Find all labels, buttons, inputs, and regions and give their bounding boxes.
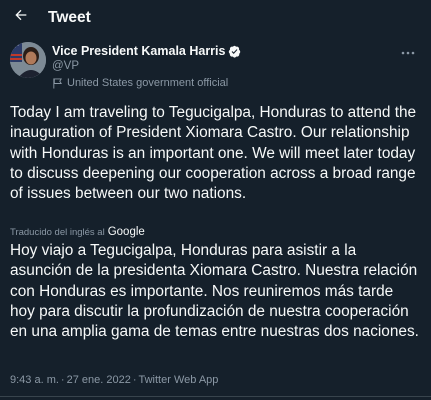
affiliation-text: United States government official [67, 77, 229, 89]
tweet-source[interactable]: Twitter Web App [139, 374, 219, 386]
top-bar: Tweet [0, 0, 431, 34]
avatar[interactable] [10, 42, 46, 78]
translated-tweet-body: Hoy viajo a Tegucigalpa, Honduras para a… [10, 242, 419, 341]
tweet-metadata: 9:43 a. m. · 27 ene. 2022 · Twitter Web … [10, 374, 218, 386]
more-dots-icon [401, 42, 415, 60]
arrow-left-icon [13, 7, 29, 28]
translation-attribution: Traducido del inglés al Google [10, 226, 145, 238]
tweet-time[interactable]: 9:43 a. m. [10, 374, 59, 386]
author-handle[interactable]: @VP [52, 60, 79, 72]
translation-label: Traducido del inglés al [10, 226, 105, 238]
tweet-date[interactable]: 27 ene. 2022 [67, 374, 131, 386]
google-logo[interactable]: Google [108, 226, 145, 238]
affiliation-label: United States government official [52, 77, 228, 89]
author-display-name: Vice President Kamala Harris [52, 44, 226, 58]
divider [0, 396, 431, 397]
tweet-author: Vice President Kamala Harris @VP United … [0, 40, 431, 89]
verified-badge-icon [228, 45, 241, 58]
meta-separator: · [132, 374, 137, 386]
page-title: Tweet [48, 9, 91, 26]
government-flag-icon [52, 77, 63, 89]
back-button[interactable] [8, 4, 34, 30]
more-options-button[interactable] [399, 44, 417, 58]
meta-separator: · [60, 374, 65, 386]
tweet-body: Today I am traveling to Tegucigalpa, Hon… [10, 104, 417, 203]
author-name-line[interactable]: Vice President Kamala Harris [52, 44, 241, 58]
